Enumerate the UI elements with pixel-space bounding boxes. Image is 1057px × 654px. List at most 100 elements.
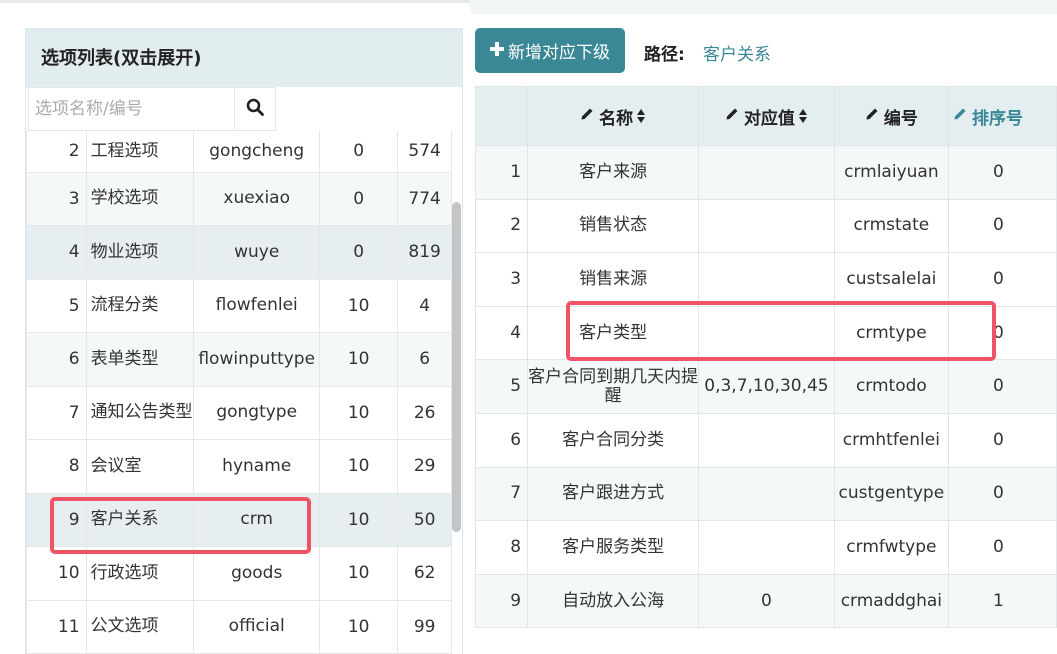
header-sort-label: 排序号 [971, 108, 1023, 129]
sub-option-sort: 0 [947, 198, 1057, 254]
sub-option-code: crmaddghai [833, 573, 949, 629]
header-code-label: 编号 [883, 108, 918, 129]
search-row [26, 87, 276, 131]
table-row[interactable]: 6 表单类型 flowinputtype 10 6 [26, 332, 452, 387]
option-name: 学校选项 [85, 171, 195, 226]
path-value: 客户关系 [703, 45, 771, 65]
sort-icon[interactable] [798, 109, 808, 123]
options-list-title: 选项列表(双击展开) [26, 29, 462, 87]
table-row[interactable]: 8 会议室 hyname 10 29 [26, 439, 452, 494]
table-row[interactable]: 6 客户合同分类 crmhtfenlei 0 [474, 412, 1057, 468]
table-row[interactable]: 2 销售状态 crmstate 0 [474, 198, 1057, 254]
header-index [474, 86, 529, 146]
row-number: 9 [474, 573, 529, 629]
table-row[interactable]: 2 工程选项 gongcheng 0 574 [26, 131, 452, 173]
plus-icon [490, 41, 504, 61]
pencil-icon [580, 106, 595, 126]
option-code: wuye [193, 225, 321, 280]
header-name-label: 名称 [599, 108, 634, 129]
option-value: 0 [319, 171, 399, 226]
option-sort: 574 [397, 131, 452, 173]
pencil-icon [725, 106, 740, 126]
row-number: 7 [26, 385, 87, 440]
table-row[interactable]: 7 通知公告类型 gongtype 10 26 [26, 385, 452, 440]
row-number: 8 [26, 439, 87, 494]
table-row[interactable]: 5 客户合同到期几天内提醒 0,3,7,10,30,45 crmtodo 0 [474, 359, 1057, 414]
pencil-icon [953, 106, 968, 126]
sub-option-code: crmfwtype [833, 520, 949, 575]
sub-option-value [698, 520, 835, 575]
sub-option-code: custsalelai [833, 252, 949, 307]
header-code[interactable]: 编号 [833, 86, 949, 146]
option-value: 10 [319, 439, 399, 494]
table-row[interactable]: 1 客户来源 crmlaiyuan 0 [474, 145, 1057, 200]
option-value: 10 [319, 599, 399, 654]
pencil-icon [865, 106, 880, 126]
option-value: 0 [319, 225, 399, 280]
sub-option-code: custgentype [833, 466, 949, 522]
highlight-box-left [50, 497, 311, 554]
sub-option-code: crmlaiyuan [833, 145, 949, 200]
sub-option-name: 客户跟进方式 [527, 466, 700, 522]
sub-option-name: 客户合同到期几天内提醒 [527, 359, 700, 414]
sub-option-name: 自动放入公海 [527, 573, 700, 629]
row-number: 2 [474, 198, 529, 254]
row-number: 2 [26, 131, 87, 173]
option-sort: 26 [397, 385, 452, 440]
option-code: gongcheng [193, 131, 321, 173]
option-name: 物业选项 [85, 225, 195, 280]
header-name[interactable]: 名称 [527, 86, 700, 146]
table-row[interactable]: 8 客户服务类型 crmfwtype 0 [474, 520, 1057, 575]
sub-option-sort: 0 [947, 252, 1057, 307]
sub-option-code: crmstate [833, 198, 949, 254]
table-row[interactable]: 10 行政选项 goods 10 62 [26, 546, 452, 601]
option-sort: 50 [397, 492, 452, 547]
row-number: 4 [26, 225, 87, 280]
table-row[interactable]: 11 公文选项 official 10 99 [26, 599, 452, 654]
option-sort: 29 [397, 439, 452, 494]
sub-option-sort: 0 [947, 466, 1057, 522]
option-code: goods [193, 546, 321, 601]
sub-option-sort: 0 [947, 359, 1057, 414]
left-panel-scrollbar[interactable] [452, 202, 461, 532]
table-row[interactable]: 3 学校选项 xuexiao 0 774 [26, 171, 452, 226]
sort-icon[interactable] [637, 109, 646, 123]
search-input[interactable] [28, 87, 234, 131]
sub-option-value: 0 [698, 573, 835, 629]
header-value-label: 对应值 [743, 108, 795, 129]
row-number: 11 [26, 599, 87, 654]
highlight-box-right [566, 301, 996, 361]
sub-option-value [698, 466, 835, 522]
option-value: 10 [319, 492, 399, 547]
table-row[interactable]: 7 客户跟进方式 custgentype 0 [474, 466, 1057, 522]
search-button[interactable] [234, 87, 276, 131]
options-table: 2 工程选项 gongcheng 0 574 3 学校选项 xuexiao 0 … [26, 131, 452, 654]
option-code: flowfenlei [193, 278, 321, 333]
option-name: 公文选项 [85, 599, 195, 654]
option-value: 10 [319, 332, 399, 387]
sub-option-value [698, 252, 835, 307]
header-sort[interactable]: 排序号 [947, 86, 1057, 146]
sub-option-sort: 0 [947, 520, 1057, 575]
table-row[interactable]: 5 流程分类 flowfenlei 10 4 [26, 278, 452, 333]
option-code: hyname [193, 439, 321, 494]
option-code: xuexiao [193, 171, 321, 226]
row-number: 7 [474, 466, 529, 522]
table-row[interactable]: 3 销售来源 custsalelai 0 [474, 252, 1057, 307]
add-sub-item-button[interactable]: 新增对应下级 [475, 28, 625, 73]
option-value: 10 [319, 278, 399, 333]
header-value[interactable]: 对应值 [698, 86, 835, 146]
row-number: 3 [26, 171, 87, 226]
sub-option-code: crmtodo [833, 359, 949, 414]
table-row[interactable]: 9 自动放入公海 0 crmaddghai 1 [474, 573, 1057, 629]
option-code: gongtype [193, 385, 321, 440]
option-sort: 819 [397, 225, 452, 280]
option-sort: 4 [397, 278, 452, 333]
sub-option-sort: 0 [947, 145, 1057, 200]
row-number: 1 [474, 145, 529, 200]
option-code: official [193, 599, 321, 654]
option-sort: 6 [397, 332, 452, 387]
top-strip-right [470, 0, 1057, 14]
path-label: 路径: [644, 45, 685, 65]
table-row[interactable]: 4 物业选项 wuye 0 819 [26, 225, 452, 280]
